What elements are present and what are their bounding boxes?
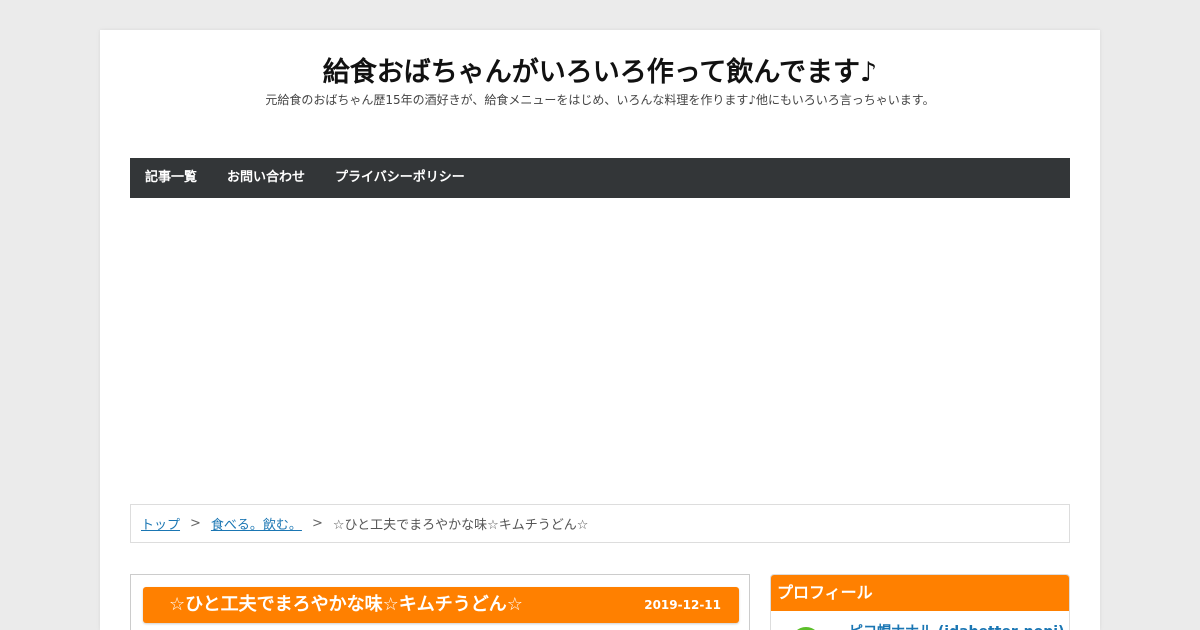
nav-item-contact[interactable]: お問い合わせ (212, 158, 320, 198)
breadcrumb-category-link[interactable]: 食べる。飲む。 (211, 514, 302, 533)
site-title[interactable]: 給食おばちゃんがいろいろ作って飲んでます♪ (100, 50, 1100, 89)
breadcrumb: トップ > 食べる。飲む。 > ☆ひと工夫でまろやかな味☆キムチうどん☆ (130, 504, 1070, 543)
breadcrumb-separator: > (311, 516, 323, 531)
ad-space (130, 208, 1070, 498)
site-description: 元給食のおばちゃん歴15年の酒好きが、給食メニューをはじめ、いろんな料理を作りま… (265, 93, 935, 107)
article-title: ☆ひと工夫でまろやかな味☆キムチうどん☆ (169, 594, 523, 615)
breadcrumb-separator: > (190, 516, 201, 531)
article-header: ☆ひと工夫でまろやかな味☆キムチうどん☆ 2019-12-11 (143, 587, 739, 623)
widget-title: プロフィール (771, 575, 1069, 611)
global-nav: 記事一覧 お問い合わせ プライバシーポリシー (130, 158, 1070, 198)
profile-name-link[interactable]: ピコ帽ナナル (idabetter-nopi) (849, 621, 1064, 630)
breadcrumb-home-link[interactable]: トップ (141, 514, 180, 533)
nav-item-privacy-policy[interactable]: プライバシーポリシー (320, 158, 480, 198)
sidebar-profile-widget: プロフィール ピコ帽ナナル (idabetter-nopi) (770, 574, 1070, 630)
breadcrumb-current: ☆ひと工夫でまろやかな味☆キムチうどん☆ (332, 518, 589, 533)
nav-item-articles[interactable]: 記事一覧 (130, 158, 212, 198)
page-container: 給食おばちゃんがいろいろ作って飲んでます♪ 元給食のおばちゃん歴15年の酒好きが… (100, 30, 1100, 630)
article: ☆ひと工夫でまろやかな味☆キムチうどん☆ 2019-12-11 (130, 574, 750, 630)
article-date: 2019-12-11 (644, 598, 721, 612)
profile-row: ピコ帽ナナル (idabetter-nopi) (771, 611, 1069, 630)
